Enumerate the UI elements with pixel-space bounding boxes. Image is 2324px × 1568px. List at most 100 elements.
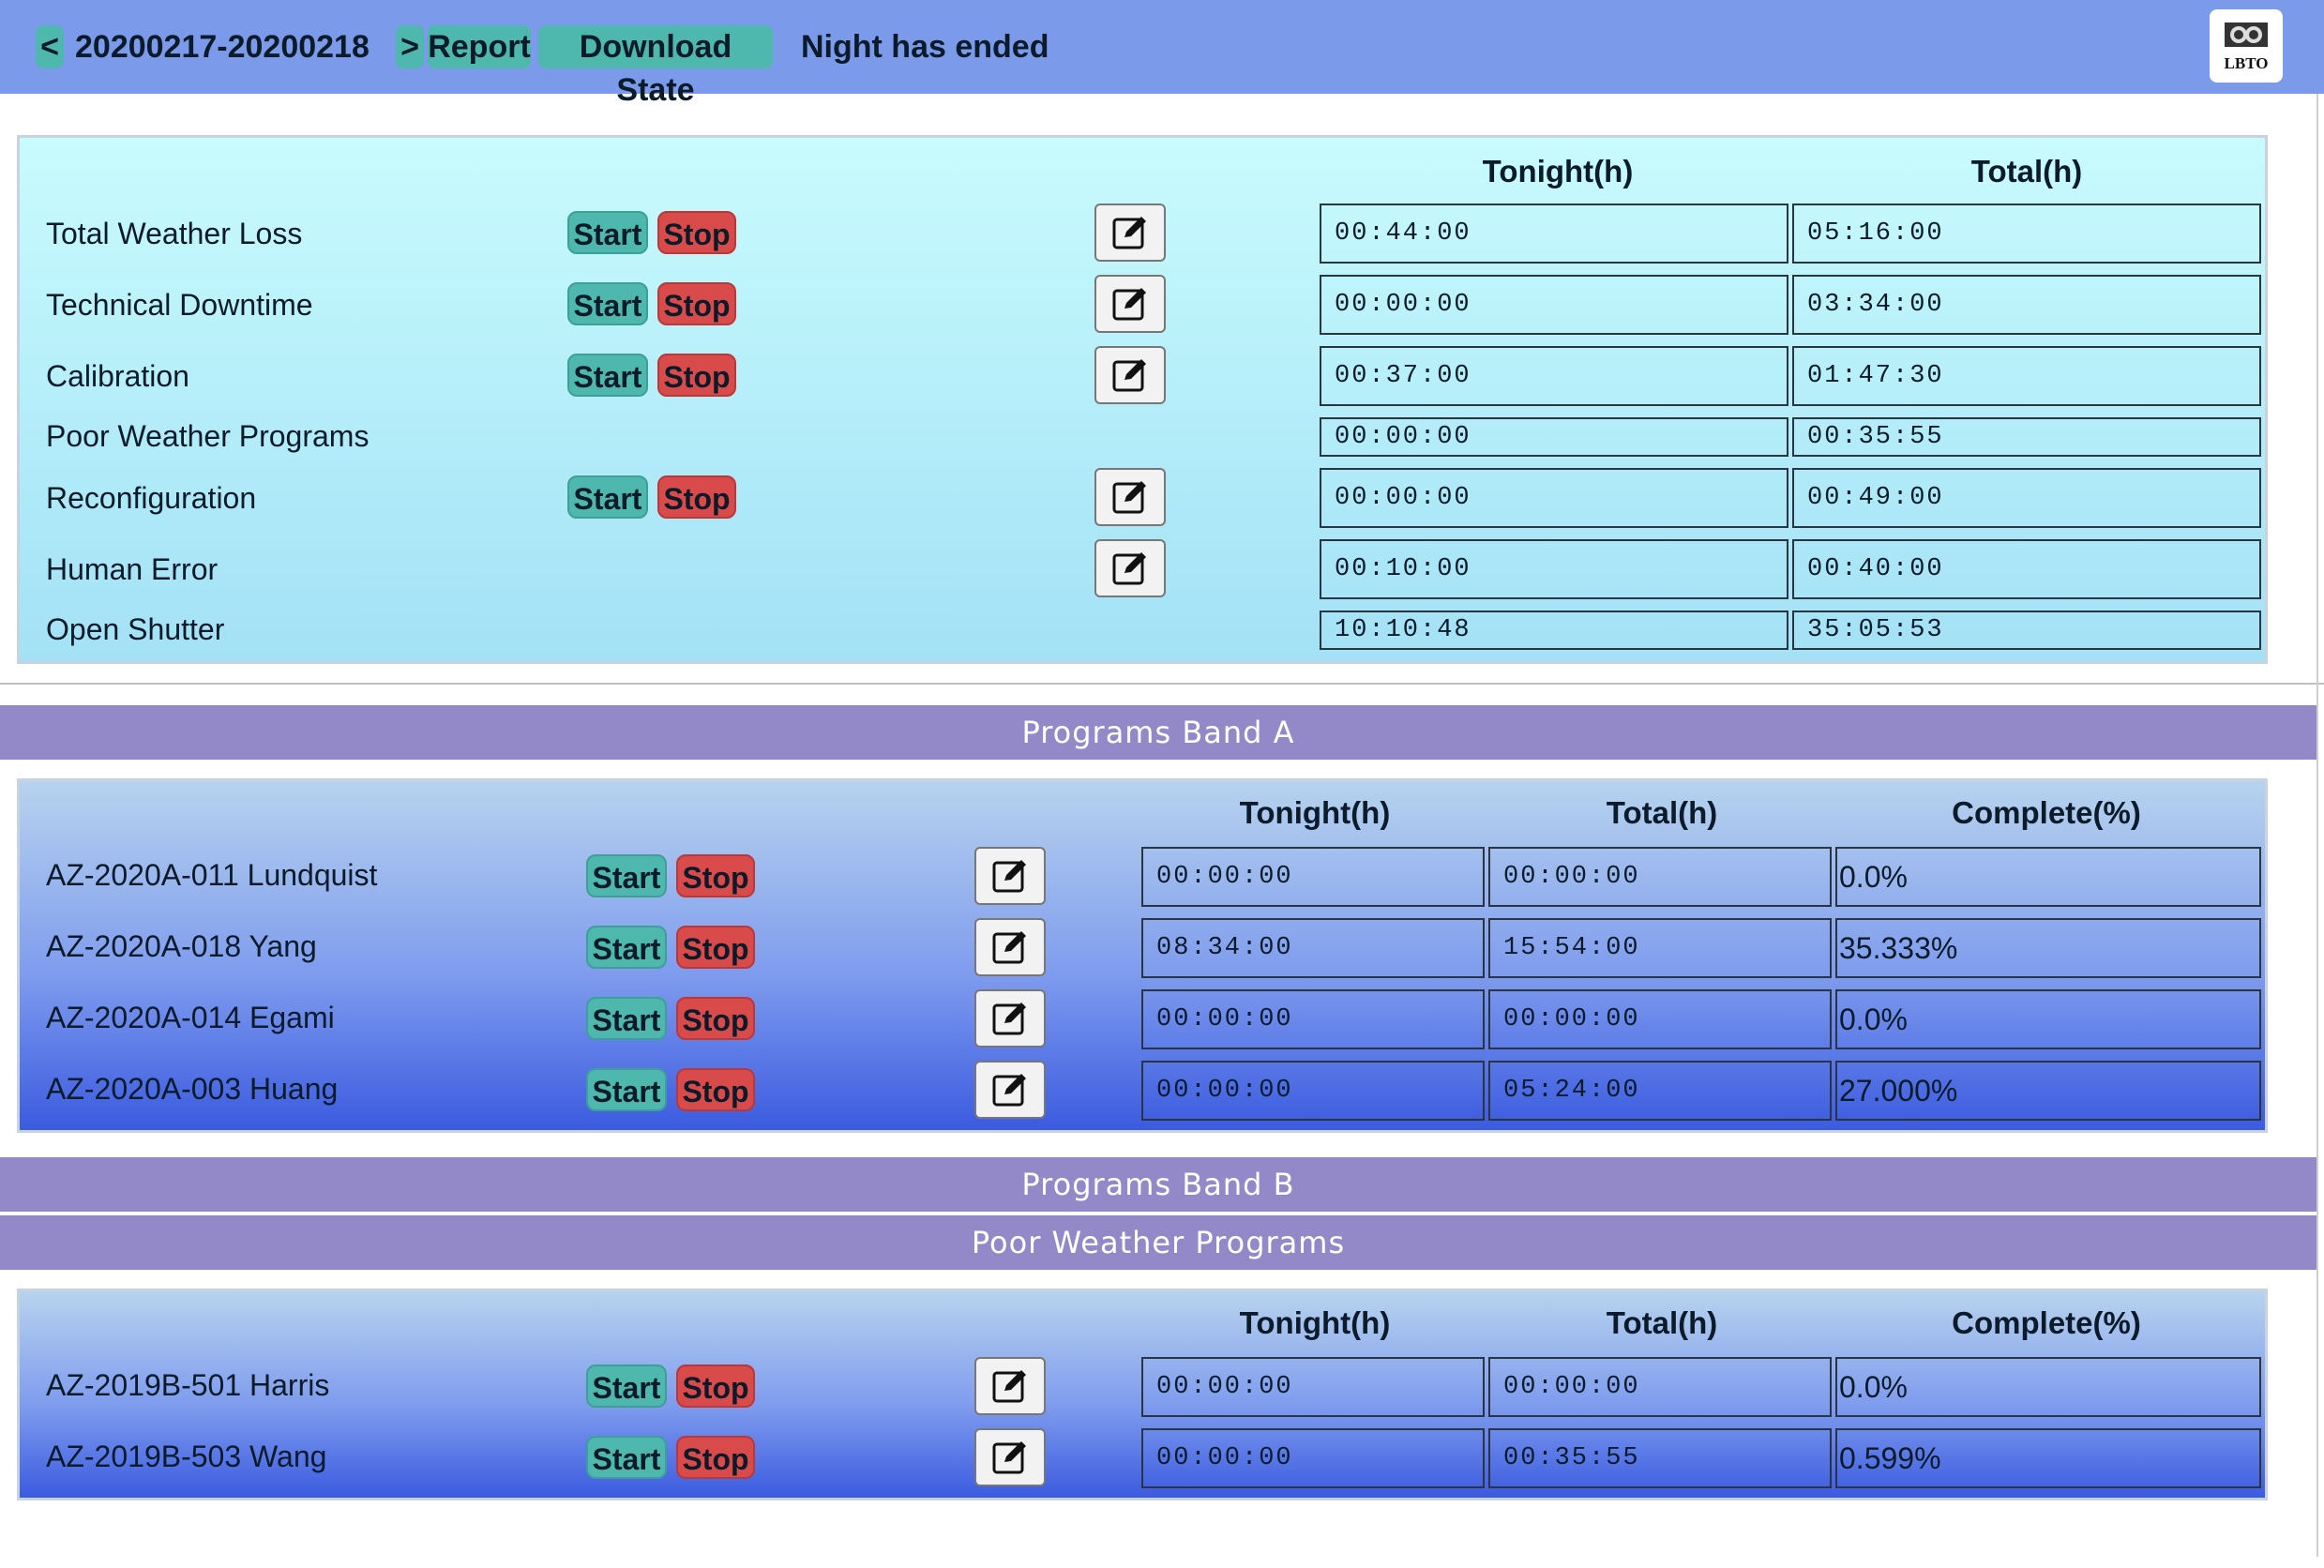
weather-loss-total-field[interactable]: 05:16:00 bbox=[1792, 204, 2261, 264]
edit-icon bbox=[992, 860, 1026, 893]
program-total-field[interactable]: 00:00:00 bbox=[1488, 847, 1832, 907]
band-a-col-total: Total(h) bbox=[1606, 795, 1718, 830]
program-edit-button[interactable] bbox=[974, 989, 1046, 1048]
program-start-button[interactable]: Start bbox=[586, 997, 667, 1040]
program-stop-button[interactable]: Stop bbox=[676, 1364, 755, 1408]
poor-weather-col-total: Total(h) bbox=[1606, 1305, 1718, 1340]
row-label-open-shutter: Open Shutter bbox=[46, 612, 225, 646]
program-label: AZ-2019B-503 Wang bbox=[46, 1440, 327, 1473]
poor-weather-header: Poor Weather Programs bbox=[0, 1215, 2316, 1270]
reconfiguration-tonight-field[interactable]: 00:00:00 bbox=[1320, 468, 1788, 528]
program-start-button[interactable]: Start bbox=[586, 926, 667, 969]
program-tonight-field[interactable]: 00:00:00 bbox=[1141, 989, 1485, 1049]
program-edit-button[interactable] bbox=[974, 918, 1046, 976]
edit-icon bbox=[992, 931, 1026, 964]
poor-weather-col-tonight: Tonight(h) bbox=[1239, 1305, 1391, 1340]
reconfiguration-edit-button[interactable] bbox=[1094, 468, 1166, 526]
program-label: AZ-2020A-014 Egami bbox=[46, 1001, 335, 1034]
row-label-poor-weather: Poor Weather Programs bbox=[46, 419, 370, 453]
reconfiguration-start-button[interactable]: Start bbox=[567, 475, 648, 519]
program-total-field[interactable]: 15:54:00 bbox=[1488, 918, 1832, 978]
technical-downtime-total-field[interactable]: 03:34:00 bbox=[1792, 275, 2261, 335]
edit-icon bbox=[992, 1003, 1026, 1035]
band-a-col-complete: Complete(%) bbox=[1952, 795, 2141, 830]
human-error-tonight-field[interactable]: 00:10:00 bbox=[1320, 539, 1788, 599]
calibration-total-field[interactable]: 01:47:30 bbox=[1792, 346, 2261, 406]
poor-weather-tonight-field: 00:00:00 bbox=[1320, 417, 1788, 457]
calibration-start-button[interactable]: Start bbox=[567, 354, 648, 397]
calibration-stop-button[interactable]: Stop bbox=[657, 354, 736, 397]
logo-text: LBTO bbox=[2224, 54, 2269, 72]
edit-icon bbox=[1112, 217, 1146, 249]
program-tonight-field[interactable]: 00:00:00 bbox=[1141, 847, 1485, 907]
technical-downtime-tonight-field[interactable]: 00:00:00 bbox=[1320, 275, 1788, 335]
program-total-field[interactable]: 05:24:00 bbox=[1488, 1061, 1832, 1121]
open-shutter-total-field: 35:05:53 bbox=[1792, 611, 2261, 650]
technical-downtime-edit-button[interactable] bbox=[1094, 275, 1166, 333]
edit-icon bbox=[1112, 288, 1146, 321]
program-tonight-field[interactable]: 00:00:00 bbox=[1141, 1428, 1485, 1488]
band-a-col-tonight: Tonight(h) bbox=[1239, 795, 1391, 830]
program-edit-button[interactable] bbox=[974, 1061, 1046, 1119]
open-shutter-tonight-field: 10:10:48 bbox=[1320, 611, 1788, 650]
report-button[interactable]: Report bbox=[428, 25, 531, 68]
band-a-panel: Tonight(h) Total(h) Complete(%) AZ-2020A… bbox=[17, 778, 2268, 1133]
band-a-header: Programs Band A bbox=[0, 705, 2316, 760]
weather-loss-tonight-field[interactable]: 00:44:00 bbox=[1320, 204, 1788, 264]
program-tonight-field[interactable]: 08:34:00 bbox=[1141, 918, 1485, 978]
lbto-logo: LBTO bbox=[2210, 9, 2283, 83]
row-label-technical-downtime: Technical Downtime bbox=[46, 288, 313, 322]
row-label-weather-loss: Total Weather Loss bbox=[46, 217, 303, 250]
band-b-header: Programs Band B bbox=[0, 1157, 2316, 1212]
program-stop-button[interactable]: Stop bbox=[676, 926, 755, 969]
human-error-total-field[interactable]: 00:40:00 bbox=[1792, 539, 2261, 599]
edit-icon bbox=[1112, 359, 1146, 392]
reconfiguration-stop-button[interactable]: Stop bbox=[657, 475, 736, 519]
prev-night-button[interactable]: < bbox=[36, 25, 64, 68]
poor-weather-total-field: 00:35:55 bbox=[1792, 417, 2261, 457]
program-start-button[interactable]: Start bbox=[586, 1436, 667, 1479]
reconfiguration-total-field[interactable]: 00:49:00 bbox=[1792, 468, 2261, 528]
program-complete-field: 0.0% bbox=[1835, 1357, 2261, 1417]
row-label-calibration: Calibration bbox=[46, 359, 189, 393]
program-total-field[interactable]: 00:00:00 bbox=[1488, 989, 1832, 1049]
technical-downtime-stop-button[interactable]: Stop bbox=[657, 282, 736, 325]
program-total-field[interactable]: 00:35:55 bbox=[1488, 1428, 1832, 1488]
telescope-icon bbox=[2225, 23, 2268, 47]
program-start-button[interactable]: Start bbox=[586, 1068, 667, 1111]
calibration-edit-button[interactable] bbox=[1094, 346, 1166, 404]
col-header-total: Total(h) bbox=[1970, 154, 2083, 188]
program-edit-button[interactable] bbox=[974, 847, 1046, 905]
human-error-edit-button[interactable] bbox=[1094, 539, 1166, 597]
program-edit-button[interactable] bbox=[974, 1357, 1046, 1415]
page-scrollbar[interactable] bbox=[2316, 94, 2318, 1557]
program-stop-button[interactable]: Stop bbox=[676, 1436, 755, 1479]
night-status: Night has ended bbox=[801, 29, 1049, 65]
weather-loss-start-button[interactable]: Start bbox=[567, 211, 648, 254]
download-state-button[interactable]: Download State bbox=[538, 25, 773, 108]
program-label: AZ-2020A-003 Huang bbox=[46, 1072, 339, 1106]
program-label: AZ-2020A-018 Yang bbox=[46, 929, 317, 963]
calibration-tonight-field[interactable]: 00:37:00 bbox=[1320, 346, 1788, 406]
row-label-human-error: Human Error bbox=[46, 552, 219, 586]
weather-loss-edit-button[interactable] bbox=[1094, 204, 1166, 262]
program-tonight-field[interactable]: 00:00:00 bbox=[1141, 1357, 1485, 1417]
edit-icon bbox=[992, 1074, 1026, 1107]
program-stop-button[interactable]: Stop bbox=[676, 1068, 755, 1111]
edit-icon bbox=[1112, 481, 1146, 514]
program-complete-field: 27.000% bbox=[1835, 1061, 2261, 1121]
technical-downtime-start-button[interactable]: Start bbox=[567, 282, 648, 325]
next-night-button[interactable]: > bbox=[396, 25, 424, 68]
edit-icon bbox=[992, 1370, 1026, 1403]
night-date: 20200217-20200218 bbox=[75, 29, 370, 65]
weather-loss-stop-button[interactable]: Stop bbox=[657, 211, 736, 254]
col-header-tonight: Tonight(h) bbox=[1482, 154, 1634, 188]
program-tonight-field[interactable]: 00:00:00 bbox=[1141, 1061, 1485, 1121]
section-divider bbox=[0, 683, 2324, 685]
program-stop-button[interactable]: Stop bbox=[676, 854, 755, 897]
program-start-button[interactable]: Start bbox=[586, 854, 667, 897]
program-edit-button[interactable] bbox=[974, 1428, 1046, 1486]
program-start-button[interactable]: Start bbox=[586, 1364, 667, 1408]
program-total-field[interactable]: 00:00:00 bbox=[1488, 1357, 1832, 1417]
program-stop-button[interactable]: Stop bbox=[676, 997, 755, 1040]
